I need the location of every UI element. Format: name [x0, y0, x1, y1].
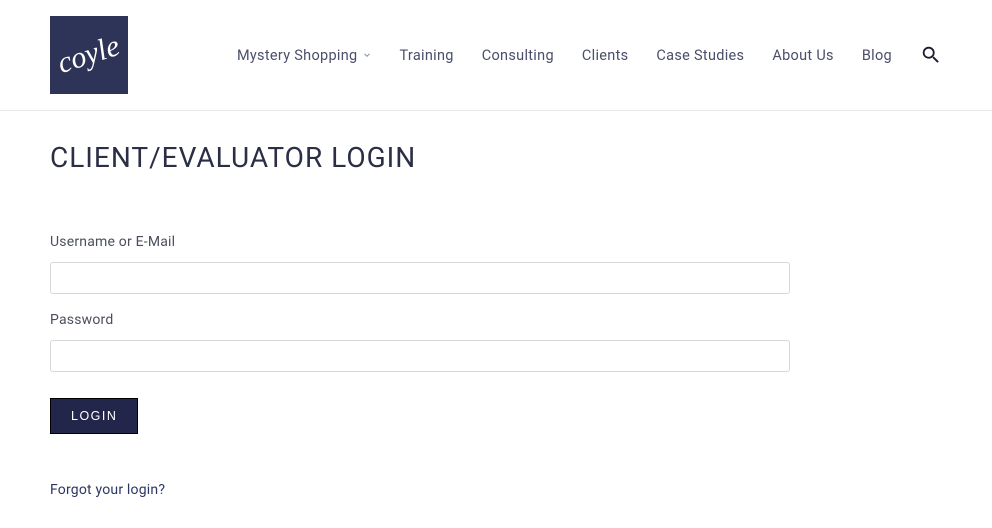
password-input[interactable] — [50, 340, 790, 372]
nav-label: About Us — [772, 47, 834, 64]
nav-label: Clients — [582, 47, 629, 64]
nav-label: Training — [400, 47, 454, 64]
nav-label: Consulting — [482, 47, 554, 64]
nav-item-mystery-shopping[interactable]: Mystery Shopping — [237, 47, 372, 64]
nav-item-consulting[interactable]: Consulting — [482, 47, 554, 64]
nav-item-about-us[interactable]: About Us — [772, 47, 834, 64]
password-label: Password — [50, 312, 942, 328]
nav-item-case-studies[interactable]: Case Studies — [656, 47, 744, 64]
nav-item-clients[interactable]: Clients — [582, 47, 629, 64]
page-title: CLIENT/EVALUATOR LOGIN — [50, 141, 942, 174]
username-input[interactable] — [50, 262, 790, 294]
username-label: Username or E-Mail — [50, 234, 942, 250]
login-button[interactable]: LOGIN — [50, 398, 138, 434]
password-group: Password — [50, 312, 942, 372]
logo-text: coyle — [54, 29, 125, 81]
username-group: Username or E-Mail — [50, 234, 942, 294]
main-nav: Mystery Shopping Training Consulting Cli… — [237, 44, 942, 66]
nav-label: Blog — [862, 47, 892, 64]
nav-label: Case Studies — [656, 47, 744, 64]
forgot-login-link[interactable]: Forgot your login? — [50, 482, 165, 498]
nav-label: Mystery Shopping — [237, 47, 358, 64]
main-content: CLIENT/EVALUATOR LOGIN Username or E-Mai… — [0, 111, 992, 528]
site-header: coyle Mystery Shopping Training Consulti… — [0, 0, 992, 111]
chevron-down-icon — [362, 50, 372, 60]
search-icon[interactable] — [920, 44, 942, 66]
logo[interactable]: coyle — [50, 16, 128, 94]
nav-item-blog[interactable]: Blog — [862, 47, 892, 64]
nav-item-training[interactable]: Training — [400, 47, 454, 64]
